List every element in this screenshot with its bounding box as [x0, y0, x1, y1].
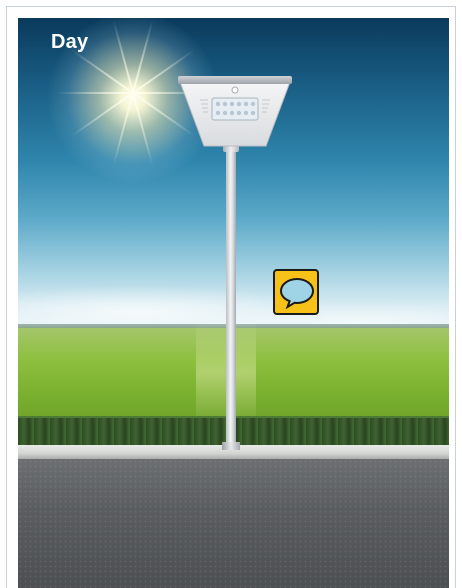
day-label: Day: [51, 31, 89, 53]
speech-bubble-icon: [279, 277, 315, 310]
lamp-pole: [226, 146, 236, 449]
pole-base: [222, 442, 240, 450]
comment-button[interactable]: [273, 269, 319, 315]
road-texture: [18, 459, 449, 588]
scene-photo: Day: [18, 18, 449, 588]
solar-street-lamp: [178, 76, 292, 147]
